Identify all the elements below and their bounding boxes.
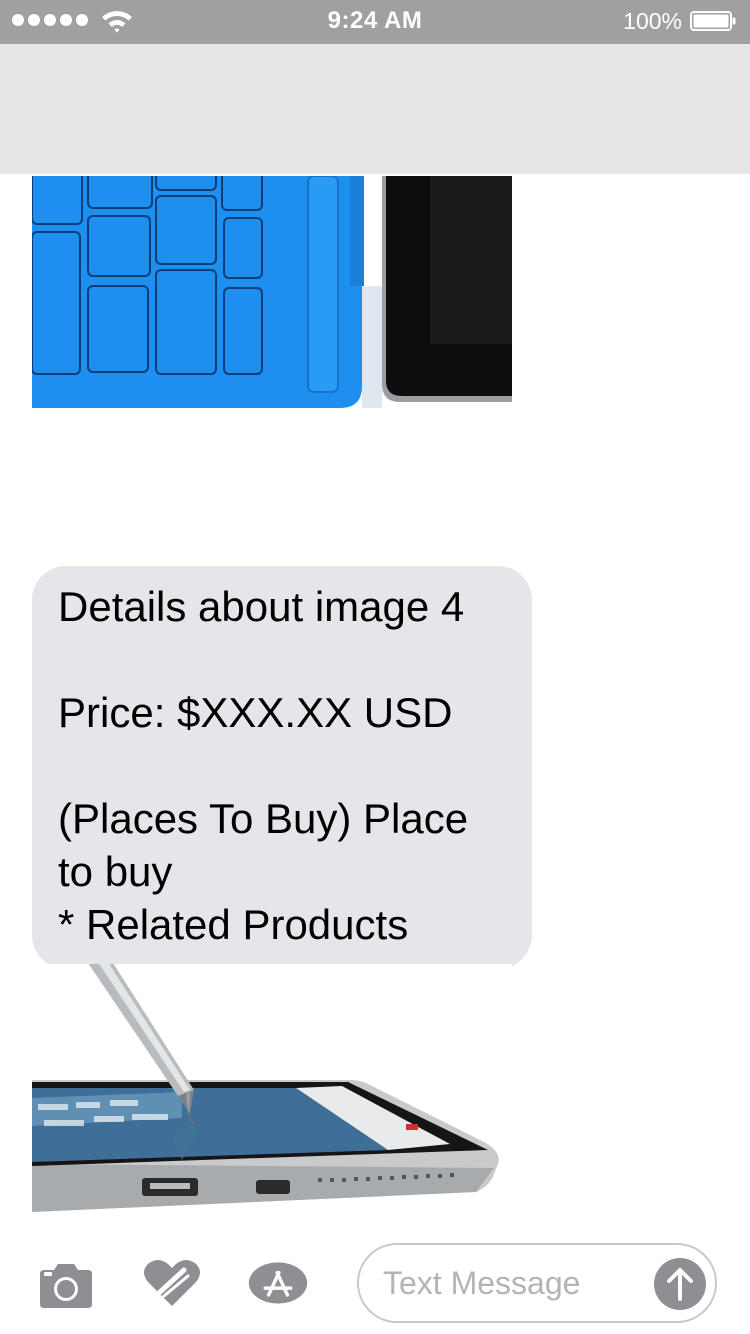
message-line: Price: $XXX.XX USD bbox=[58, 689, 453, 736]
message-line: Details about image 4 bbox=[58, 583, 465, 630]
send-arrow-icon[interactable] bbox=[653, 1257, 707, 1311]
digital-touch-icon[interactable] bbox=[142, 1258, 202, 1308]
camera-icon[interactable] bbox=[36, 1262, 96, 1312]
message-line: * Related Products bbox=[58, 901, 409, 948]
messages-screen: 9:24 AM 100% Details about image 4 Price… bbox=[0, 0, 750, 1334]
message-line: to buy bbox=[58, 848, 173, 895]
navigation-bar bbox=[0, 44, 750, 174]
battery-percent: 100% bbox=[623, 8, 682, 34]
surface-pen-tablet-image[interactable] bbox=[32, 964, 512, 1214]
text-message-field[interactable] bbox=[357, 1243, 717, 1323]
text-message-input[interactable] bbox=[383, 1259, 643, 1307]
surface-keyboard-image[interactable] bbox=[32, 176, 512, 408]
message-thread[interactable]: Details about image 4 Price: $XXX.XX USD… bbox=[0, 174, 750, 1222]
battery-icon bbox=[690, 11, 736, 31]
status-bar: 9:24 AM 100% bbox=[0, 0, 750, 44]
incoming-message-bubble[interactable]: Details about image 4 Price: $XXX.XX USD… bbox=[32, 566, 532, 969]
app-store-icon[interactable] bbox=[248, 1258, 308, 1308]
message-line: (Places To Buy) Place bbox=[58, 795, 469, 842]
message-input-bar bbox=[0, 1222, 750, 1334]
